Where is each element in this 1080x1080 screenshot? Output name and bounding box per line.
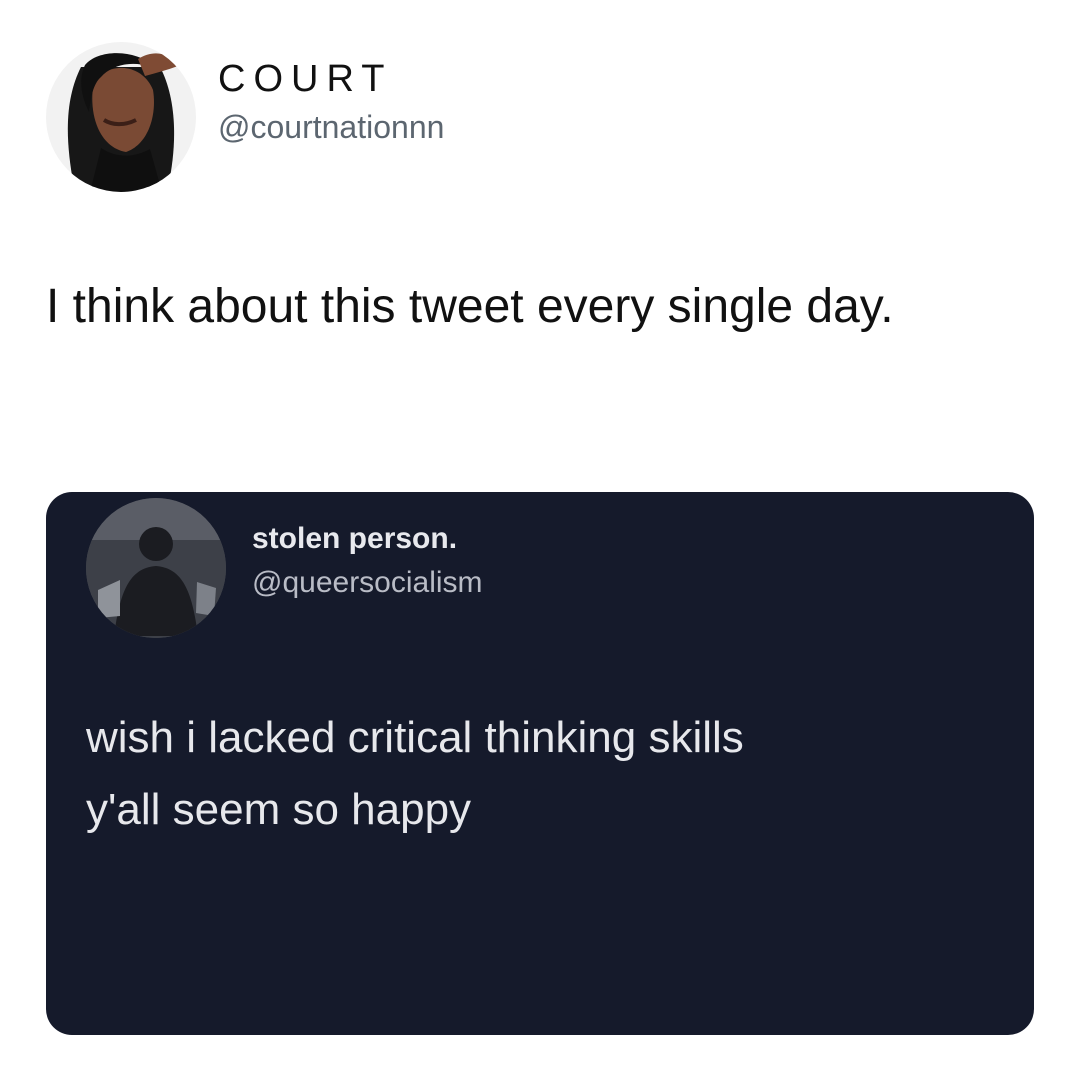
quoted-tweet-header: stolen person. @queersocialism: [86, 498, 483, 638]
tweet-text: I think about this tweet every single da…: [46, 280, 894, 333]
quoted-tweet-text-line-2: y'all seem so happy: [86, 785, 472, 834]
author-display-name[interactable]: COURT: [218, 57, 444, 101]
quoted-author-display-name[interactable]: stolen person.: [252, 520, 483, 558]
author-avatar[interactable]: [46, 42, 196, 192]
tweet-header: COURT @courtnationnn: [46, 42, 444, 192]
quoted-author-meta: stolen person. @queersocialism: [252, 520, 483, 602]
author-meta: COURT @courtnationnn: [218, 57, 444, 147]
author-avatar-image: [46, 42, 196, 192]
quoted-tweet-text-line-1: wish i lacked critical thinking skills: [86, 713, 744, 762]
quoted-author-handle[interactable]: @queersocialism: [252, 564, 483, 602]
quoted-author-avatar-image: [86, 498, 226, 638]
quoted-tweet-text: wish i lacked critical thinking skills y…: [86, 702, 1006, 846]
author-handle[interactable]: @courtnationnn: [218, 107, 444, 147]
quoted-author-avatar[interactable]: [86, 498, 226, 638]
quoted-tweet-card[interactable]: stolen person. @queersocialism wish i la…: [46, 492, 1034, 1035]
